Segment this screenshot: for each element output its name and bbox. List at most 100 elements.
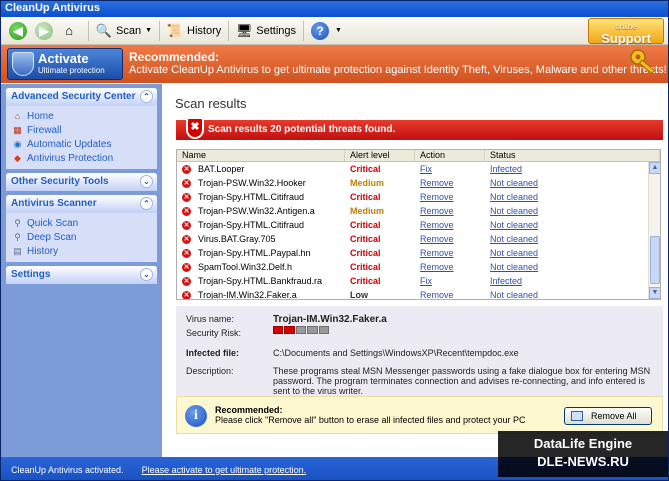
threat-alert-text: Scan results 20 potential threats found. [208,124,396,135]
activate-button[interactable]: Activate Ultimate protection [7,48,123,80]
column-header-status[interactable]: Status [485,150,660,161]
threat-icon: ✕ [182,178,191,188]
threat-icon: ✕ [182,164,191,174]
settings-panel: Settings ⌄ [6,266,157,284]
column-header-alert-level[interactable]: Alert level [345,150,415,161]
action-link[interactable]: Remove [420,192,454,202]
scanner-header[interactable]: Antivirus Scanner ⌃ [6,195,157,213]
toolbar-separator [159,20,161,41]
sidebar-item-antivirus-protection[interactable]: ◆ Antivirus Protection [12,151,151,165]
collapse-chevron-icon[interactable]: ⌃ [140,90,153,103]
table-header: Name Alert level Action Status [177,150,660,162]
sidebar-item-firewall[interactable]: ▦ Firewall [12,123,151,137]
status-cell: Not cleaned [490,234,539,244]
recommendation-title: Recommended: [215,405,283,415]
history-button[interactable]: 📜 History [163,19,225,43]
settings-header[interactable]: Settings ⌄ [6,266,157,284]
remove-all-label: Remove All [591,411,637,421]
table-row[interactable]: ✕ Trojan-PSW.Win32.Antigen.a Medium Remove N… [177,204,649,218]
main-content: Scan results ✖ Scan results 20 potential… [162,84,668,457]
threat-name-cell: ✕ Trojan-Spy.HTML.Citifraud [177,220,345,230]
activate-link[interactable]: Please activate to get ultimate protecti… [142,465,307,475]
scan-button[interactable]: 🔍 Scan ▼ [92,19,156,43]
action-link[interactable]: Remove [420,262,454,272]
security-center-items: ⌂ Home ▦ Firewall ◉ Automatic Updates ◆ Anti… [6,106,157,169]
threat-name-cell: ✕ Trojan-Spy.HTML.Bankfraud.ra [177,276,345,286]
back-button[interactable]: ◀ [5,19,31,43]
sidebar-item-label: Automatic Updates [27,138,112,150]
settings-label: Settings [256,24,296,37]
alert-level-cell: Critical [350,276,381,286]
threat-icon: ✕ [182,276,191,286]
security-center-title: Advanced Security Center [11,91,136,102]
virus-name-label: Virus name: [186,314,234,324]
threat-icon: ✕ [182,234,191,244]
risk-segment [295,326,307,334]
table-rows: ✕ BAT.Looper Critical Fix Infected ✕ Trojan-PS… [177,162,649,299]
action-link[interactable]: Remove [420,178,454,188]
table-row[interactable]: ✕ BAT.Looper Critical Fix Infected [177,162,649,176]
action-link[interactable]: Fix [420,164,432,174]
watermark-line2: DLE-NEWS.RU [537,454,629,469]
activate-title: Activate [38,51,89,66]
sidebar-item-history[interactable]: ▤ History [12,244,151,258]
sidebar-item-home[interactable]: ⌂ Home [12,109,151,123]
watermark-line1: DataLife Engine [533,436,633,451]
table-row[interactable]: ✕ SpamTool.Win32.Delf.h Critical Remove Not … [177,260,649,274]
scroll-down-icon[interactable]: ▼ [649,287,660,299]
expand-chevron-icon[interactable]: ⌄ [140,175,153,188]
remove-icon [571,411,583,421]
table-row[interactable]: ✕ Trojan-Spy.HTML.Citifraud Critical Remove… [177,190,649,204]
risk-segment [318,326,330,334]
help-button[interactable]: ? ▼ [307,19,346,43]
action-link[interactable]: Fix [420,276,432,286]
sidebar-item-quick-scan[interactable]: ⚲ Quick Scan [12,216,151,230]
table-row[interactable]: ✕ Trojan-IM.Win32.Faker.a Low Remove Not cle… [177,288,649,299]
updates-icon: ◉ [13,138,22,149]
infected-file-value: C:\Documents and Settings\WindowsXP\Rece… [273,348,519,358]
settings-title: Settings [11,269,51,280]
sidebar-item-deep-scan[interactable]: ⚲ Deep Scan [12,230,151,244]
threat-icon: ✕ [182,262,191,272]
support-button[interactable]: online Support [588,18,664,46]
action-link[interactable]: Remove [420,234,454,244]
status-cell: Not cleaned [490,206,539,216]
security-center-header[interactable]: Advanced Security Center ⌃ [6,88,157,106]
table-row[interactable]: ✕ Virus.BAT.Gray.705 Critical Remove Not cle… [177,232,649,246]
threat-name: Trojan-Spy.HTML.Citifraud [198,192,305,202]
remove-all-button[interactable]: Remove All [564,407,652,425]
scroll-thumb[interactable] [650,236,660,284]
action-link[interactable]: Remove [420,290,454,299]
table-row[interactable]: ✕ Trojan-Spy.HTML.Paypal.hn Critical Remove… [177,246,649,260]
collapse-chevron-icon[interactable]: ⌃ [140,197,153,210]
sidebar-item-automatic-updates[interactable]: ◉ Automatic Updates [12,137,151,151]
virus-name-value: Trojan-IM.Win32.Faker.a [273,314,387,325]
support-label: Support [601,31,651,46]
threat-name: Trojan-Spy.HTML.Paypal.hn [198,248,311,258]
expand-chevron-icon[interactable]: ⌄ [140,268,153,281]
threat-name-cell: ✕ Virus.BAT.Gray.705 [177,234,345,244]
other-tools-header[interactable]: Other Security Tools ⌄ [6,173,157,191]
column-header-name[interactable]: Name [177,150,345,161]
forward-button[interactable]: ▶ [31,19,57,43]
table-row[interactable]: ✕ Trojan-Spy.HTML.Bankfraud.ra Critical Fix… [177,274,649,288]
column-header-action[interactable]: Action [415,150,485,161]
sidebar-item-label: Deep Scan [27,231,77,243]
status-cell: Not cleaned [490,262,539,272]
scroll-up-icon[interactable]: ▲ [649,162,660,174]
home-button[interactable]: ⌂ [57,19,85,43]
description-value: These programs steal MSN Messenger passw… [273,366,651,396]
sidebar-item-label: History [27,245,59,257]
table-scrollbar[interactable]: ▲ ▼ [648,162,660,299]
settings-button[interactable]: 🖥 Settings [232,19,300,43]
app-window: CleanUp Antivirus ◀ ▶ ⌂ 🔍 Scan ▼ 📜 Histo… [0,0,669,481]
action-link[interactable]: Remove [420,206,454,216]
table-row[interactable]: ✕ Trojan-Spy.HTML.Citifraud Critical Remove… [177,218,649,232]
settings-icon: 🖥 [236,22,253,38]
table-row[interactable]: ✕ Trojan-PSW.Win32.Hooker Medium Remove Not … [177,176,649,190]
threat-name-cell: ✕ Trojan-PSW.Win32.Hooker [177,178,345,188]
action-link[interactable]: Remove [420,248,454,258]
threat-name: Trojan-IM.Win32.Faker.a [198,290,297,299]
history-icon: ▤ [13,245,22,256]
action-link[interactable]: Remove [420,220,454,230]
